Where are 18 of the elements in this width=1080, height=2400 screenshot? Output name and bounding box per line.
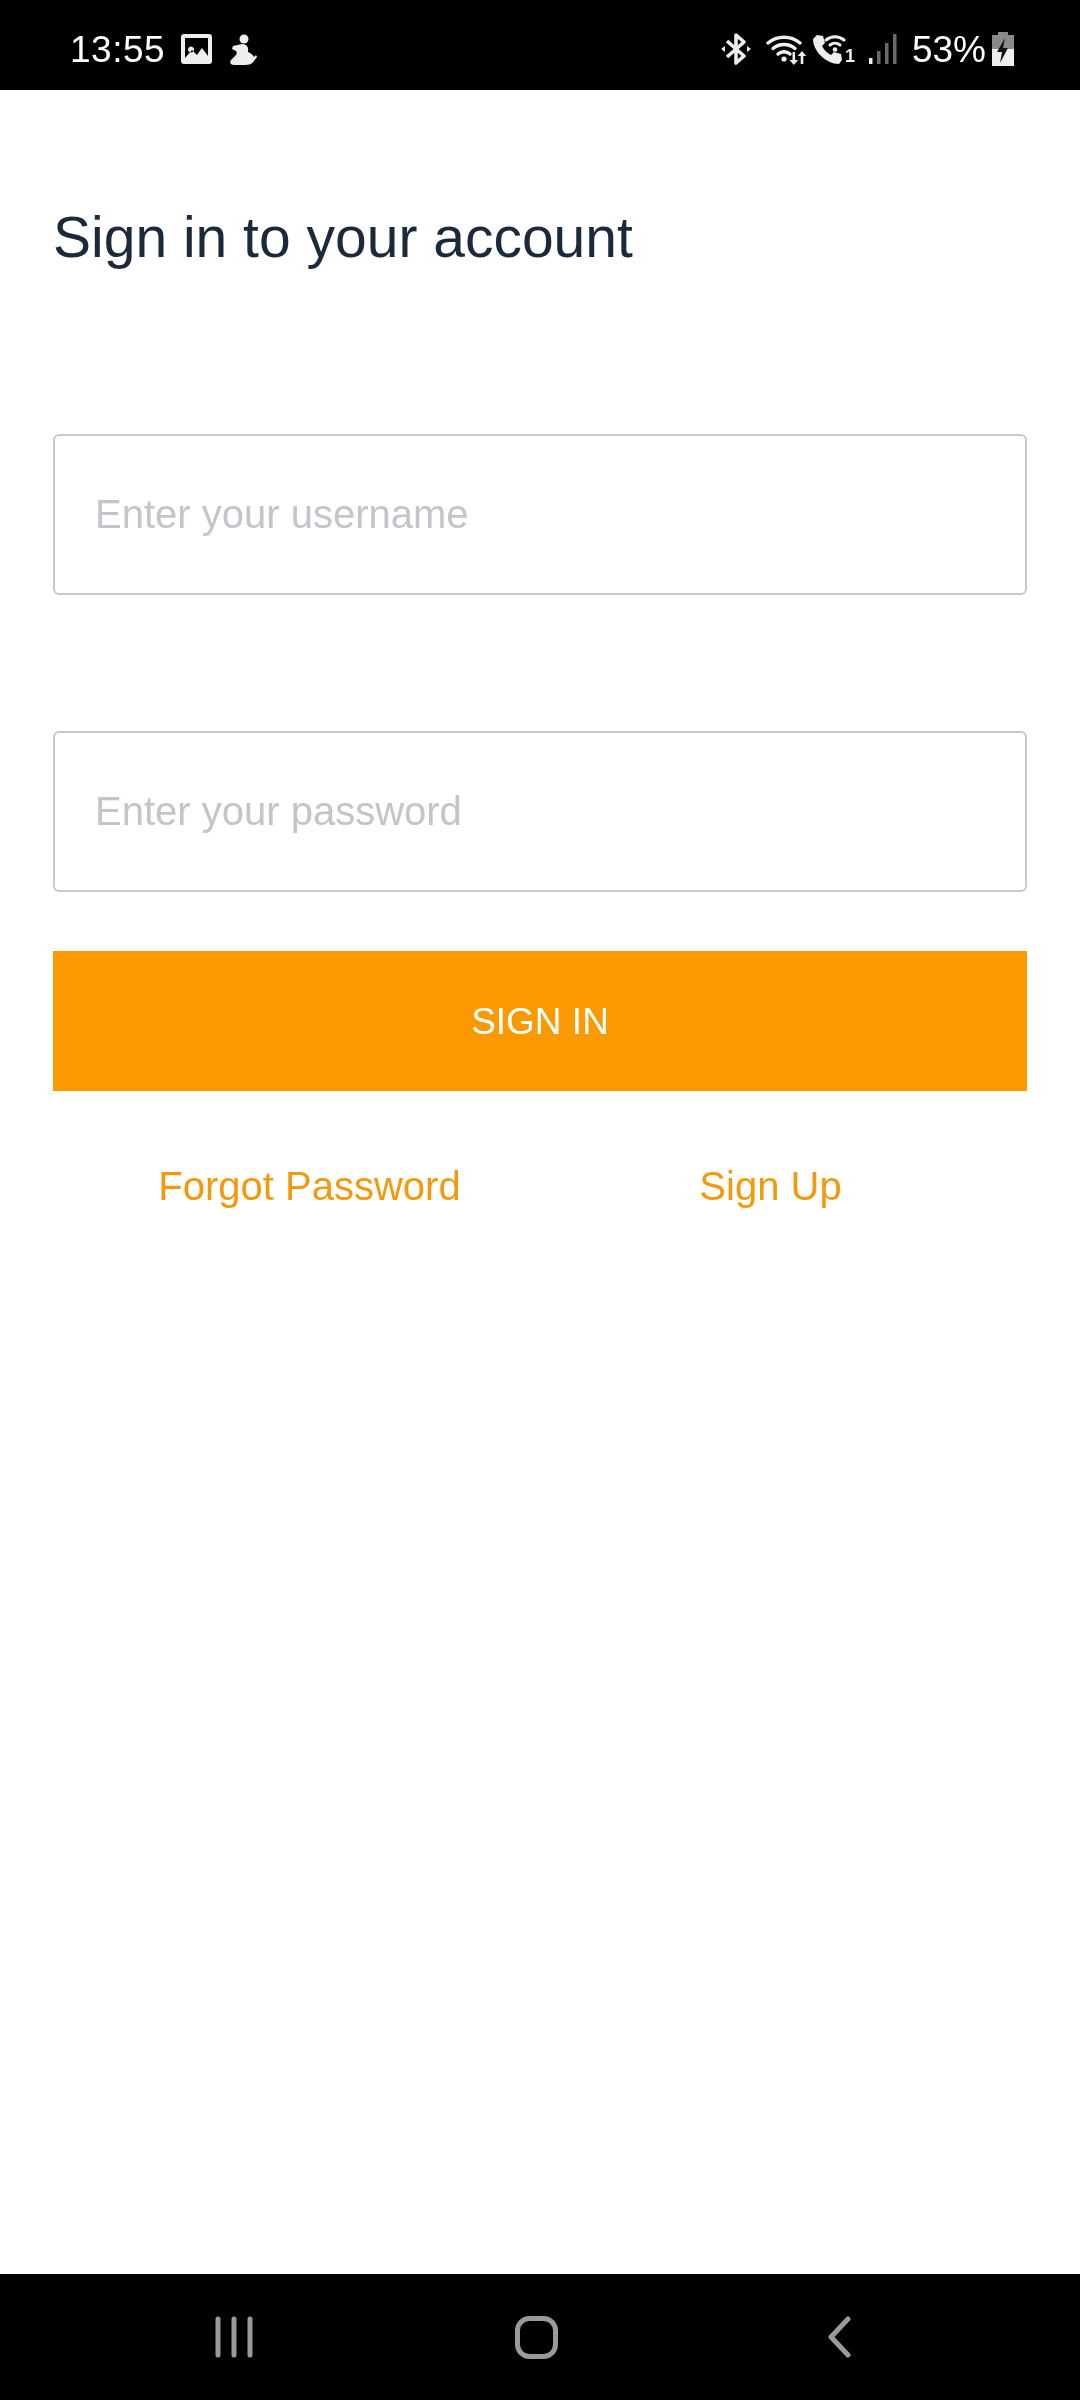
- battery-charging-icon: [992, 32, 1014, 66]
- sim-number: 1: [844, 46, 855, 65]
- back-icon[interactable]: [827, 2316, 852, 2358]
- page-title: Sign in to your account: [53, 204, 633, 270]
- clock-time: 13:55: [70, 30, 166, 68]
- forgot-password-link[interactable]: Forgot Password: [158, 1163, 461, 1209]
- home-icon[interactable]: [515, 2315, 558, 2359]
- person-icon: [229, 33, 258, 65]
- sign-in-button[interactable]: SIGN IN: [53, 951, 1027, 1091]
- signal-icon: [868, 34, 897, 64]
- username-field[interactable]: Enter your username: [53, 434, 1027, 595]
- bluetooth-icon: [720, 32, 751, 66]
- recent-apps-icon[interactable]: [215, 2316, 253, 2358]
- password-field[interactable]: Enter your password: [53, 731, 1027, 892]
- battery-percentage: 53%: [911, 30, 986, 68]
- image-icon: [181, 34, 213, 64]
- sign-up-link[interactable]: Sign Up: [699, 1163, 842, 1209]
- wifi-calling-icon: [811, 33, 846, 65]
